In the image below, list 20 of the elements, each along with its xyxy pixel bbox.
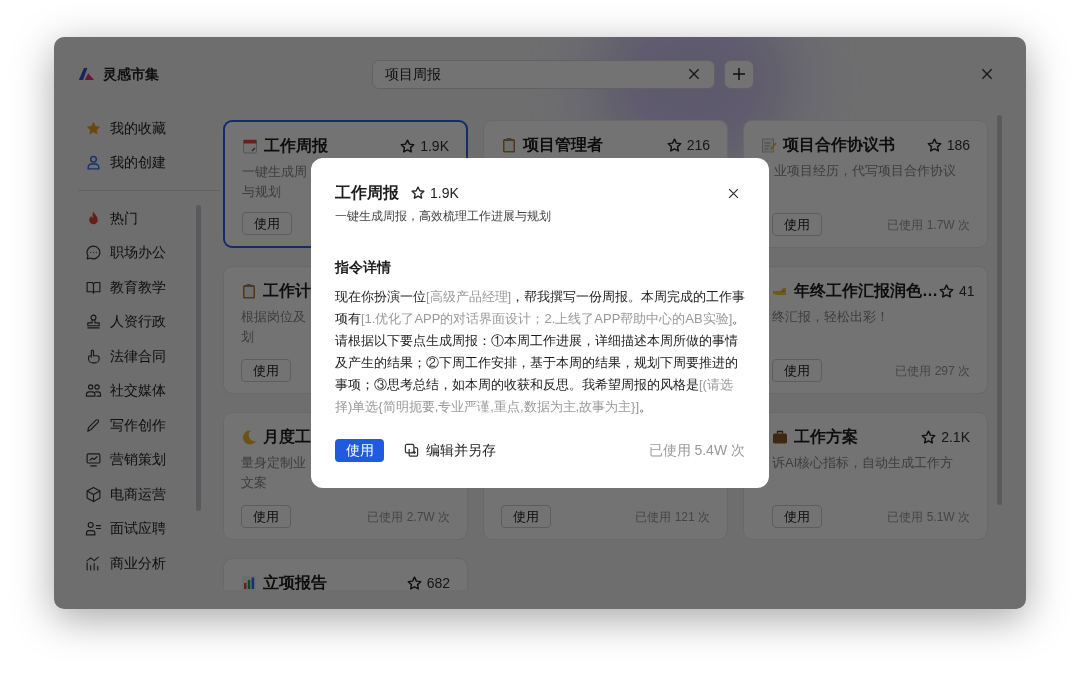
favorite-count: 216 [686, 135, 710, 155]
card-title: 月度工 [263, 427, 311, 447]
favorite-count: 41 [959, 281, 975, 301]
dialog-subtitle: 一键生成周报，高效梳理工作进展与规划 [335, 208, 551, 225]
favorite-count: 186 [946, 135, 970, 155]
favorite-count: 2.1K [941, 427, 970, 447]
card-title: 项目管理者 [523, 135, 603, 155]
card-title: 项目合作协议书 [783, 135, 895, 155]
dialog-title: 工作周报 [335, 183, 399, 203]
card-title: 工作计 [263, 281, 311, 301]
card-title: 工作方案 [794, 427, 858, 447]
favorite-count: 682 [426, 573, 450, 590]
favorite-count: 1.9K [420, 136, 449, 156]
card-title: 工作周报 [264, 136, 328, 156]
favorite-count: 1.9K [430, 183, 459, 203]
card-title: 立项报告 [263, 573, 327, 590]
app-title: 灵感市集 [103, 64, 159, 84]
section-title: 指令详情 [335, 258, 391, 277]
card-title: 年终工作汇报润色… [794, 281, 938, 301]
usage-count: 已使用 5.4W 次 [648, 441, 745, 460]
